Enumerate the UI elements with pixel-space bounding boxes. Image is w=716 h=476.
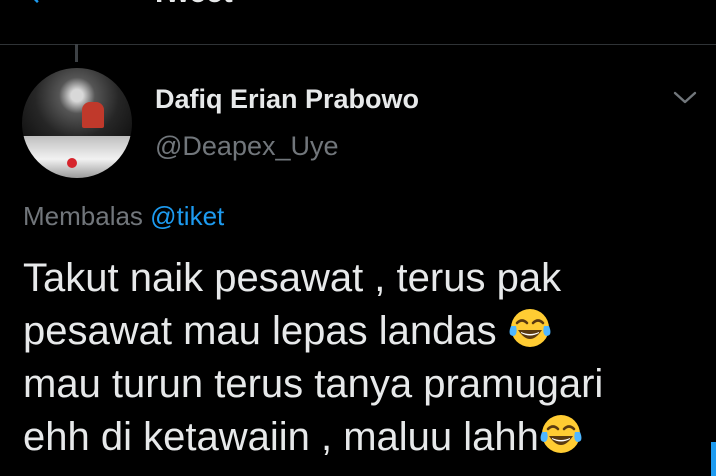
avatar[interactable] xyxy=(22,68,132,178)
page-title: Tweet xyxy=(150,0,233,8)
tweet-text: Takut naik pesawat , terus pak pesawat m… xyxy=(23,252,703,464)
reply-prefix: Membalas xyxy=(23,201,143,231)
tweet-line: Takut naik pesawat , terus pak xyxy=(23,252,703,305)
author-handle[interactable]: @Deapex_Uye xyxy=(155,131,339,162)
top-bar: Tweet xyxy=(0,0,716,45)
chevron-down-icon[interactable] xyxy=(672,88,698,108)
tweet-line: mau turun terus tanya pramugari xyxy=(23,358,703,411)
face-with-tears-of-joy-icon xyxy=(509,309,551,347)
avatar-image-ball xyxy=(67,158,77,168)
reply-context: Membalas @tiket xyxy=(23,201,224,232)
scrollbar-indicator[interactable] xyxy=(711,442,716,476)
face-with-tears-of-joy-icon xyxy=(540,415,582,453)
tweet-line-text: ehh di ketawaiin , maluu lahh xyxy=(23,415,539,459)
thread-connector-line xyxy=(75,44,78,62)
tweet-line: pesawat mau lepas landas xyxy=(23,305,703,358)
tweet-line-text: Takut naik pesawat , terus pak xyxy=(23,256,562,300)
tweet-line: ehh di ketawaiin , maluu lahh xyxy=(23,411,703,464)
avatar-image-person xyxy=(82,102,104,128)
author-display-name[interactable]: Dafiq Erian Prabowo xyxy=(155,84,419,115)
avatar-image-table xyxy=(22,136,132,178)
tweet-line-text: pesawat mau lepas landas xyxy=(23,309,508,353)
tweet-line-text: mau turun terus tanya pramugari xyxy=(23,362,604,406)
reply-mention-link[interactable]: @tiket xyxy=(150,201,224,231)
arrow-left-icon[interactable] xyxy=(22,0,52,8)
